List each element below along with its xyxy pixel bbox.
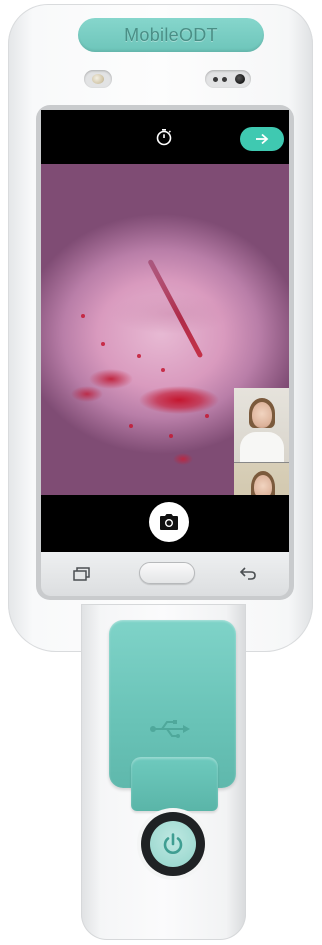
cover-pull-tab[interactable] <box>131 757 218 811</box>
brand-plate: MobileODT <box>78 18 264 52</box>
participant-coat <box>240 432 284 462</box>
back-icon <box>239 567 256 580</box>
capture-button[interactable] <box>149 502 189 542</box>
brand-logo-text: MobileODT <box>124 24 218 45</box>
blood-speck <box>81 314 85 318</box>
participant-face <box>252 402 272 428</box>
power-button[interactable] <box>137 808 209 880</box>
power-ring <box>141 812 205 876</box>
top-bar <box>41 110 289 164</box>
power-icon <box>163 833 183 854</box>
blood-speck <box>169 434 173 438</box>
next-button[interactable] <box>240 127 284 151</box>
bottom-bar <box>41 495 289 552</box>
arrow-right-icon <box>256 133 269 145</box>
recents-icon <box>73 567 90 581</box>
android-nav-bar <box>41 552 289 596</box>
back-button[interactable] <box>239 565 257 581</box>
blood-speck <box>161 368 165 372</box>
blood-speck <box>101 342 105 346</box>
stopwatch-icon[interactable] <box>155 128 173 146</box>
home-button[interactable] <box>139 562 195 584</box>
blood-speck <box>137 354 141 358</box>
sensor-lens <box>92 74 104 84</box>
recents-button[interactable] <box>73 566 91 582</box>
phone-screen <box>41 110 289 552</box>
sensor-dot <box>213 77 218 82</box>
blood-speck <box>129 424 133 428</box>
blood-speck <box>205 414 209 418</box>
lesion <box>147 258 204 359</box>
camera-icon <box>160 514 178 530</box>
power-inner <box>150 821 196 867</box>
video-call-remote[interactable] <box>234 388 289 463</box>
sensor-dot <box>222 77 227 82</box>
front-camera-cluster <box>205 70 251 88</box>
light-sensor <box>84 70 112 88</box>
front-camera <box>235 74 245 84</box>
usb-icon <box>150 720 190 738</box>
